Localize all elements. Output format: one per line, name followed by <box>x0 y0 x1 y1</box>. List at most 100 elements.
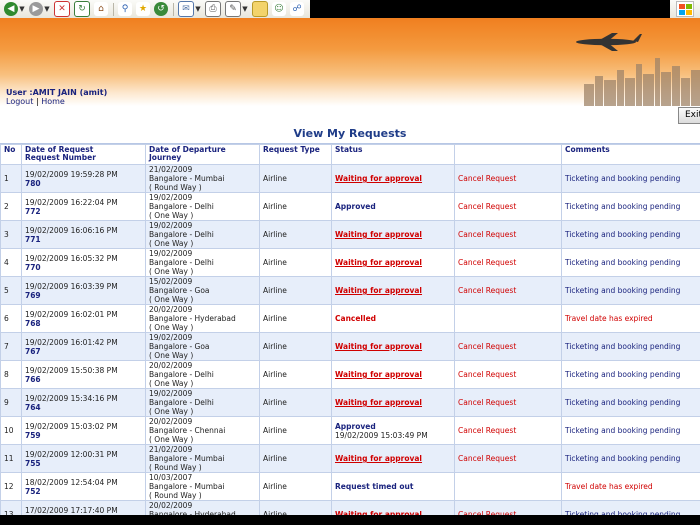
comments-cell: Ticketing and booking pending <box>561 332 700 361</box>
request-date-cell: 19/02/2009 16:22:04 PM 772 <box>21 192 146 221</box>
request-type-cell: Airline <box>259 164 332 193</box>
table-header-row: No Date of Request Request Number Date o… <box>0 144 700 165</box>
journey-route: Bangalore - Mumbai <box>149 482 225 491</box>
departure-cell: 20/02/2009Bangalore - Hyderabad( One Way… <box>145 500 260 516</box>
request-type-cell: Airline <box>259 332 332 361</box>
cancel-request-link[interactable]: Cancel Request <box>458 426 558 435</box>
forward-icon[interactable]: ▶ <box>29 2 43 16</box>
logout-link[interactable]: Logout <box>6 97 33 106</box>
departure-cell: 20/02/2009 Bangalore - Chennai( One Way ) <box>145 416 260 445</box>
home-link[interactable]: Home <box>41 97 65 106</box>
departure-cell: 19/02/2009 Bangalore - Delhi( One Way ) <box>145 388 260 417</box>
status-link[interactable]: Waiting for approval <box>335 398 451 407</box>
cancel-request-link[interactable]: Cancel Request <box>458 202 558 211</box>
status-cell: Waiting for approval <box>331 332 455 361</box>
mail-icon[interactable]: ✉ <box>178 1 194 17</box>
research-icon[interactable]: ☍ <box>290 2 304 16</box>
request-number: 752 <box>25 486 41 496</box>
comment-text: Ticketing and booking pending <box>565 230 681 239</box>
comments-cell: Ticketing and booking pending <box>561 164 700 193</box>
folder-icon[interactable] <box>252 1 268 17</box>
request-date: 19/02/2009 15:50:38 PM <box>25 365 118 375</box>
status-timestamp: 19/02/2009 15:03:49 PM <box>335 430 428 440</box>
windows-logo-icon <box>676 1 694 17</box>
request-type: Airline <box>263 454 287 463</box>
forward-dropdown-icon[interactable]: ▼ <box>44 2 50 16</box>
status-link[interactable]: Waiting for approval <box>335 230 451 239</box>
cancel-request-link[interactable]: Cancel Request <box>458 230 558 239</box>
request-number: 759 <box>25 430 41 440</box>
refresh-icon[interactable]: ↻ <box>74 1 90 17</box>
request-type: Airline <box>263 482 287 491</box>
back-dropdown-icon[interactable]: ▼ <box>19 2 25 16</box>
row-number: 1 <box>4 174 9 183</box>
row-number: 11 <box>4 454 14 463</box>
request-date-cell: 19/02/2009 12:00:31 PM 755 <box>21 444 146 473</box>
header-comments: Comments <box>561 144 700 165</box>
departure-cell: 19/02/2009 Bangalore - Delhi( One Way ) <box>145 220 260 249</box>
row-number: 9 <box>4 398 9 407</box>
stop-icon[interactable]: ✕ <box>54 1 70 17</box>
comments-cell: Ticketing and booking pending <box>561 276 700 305</box>
departure-cell: 20/02/2009 Bangalore - Delhi( One Way ) <box>145 360 260 389</box>
status-link[interactable]: Waiting for approval <box>335 174 451 183</box>
exit-button[interactable]: Exit <box>678 107 700 124</box>
cancel-request-link[interactable]: Cancel Request <box>458 174 558 183</box>
cancel-request-link[interactable]: Cancel Request <box>458 398 558 407</box>
favorites-icon[interactable]: ★ <box>136 2 150 16</box>
history-icon[interactable]: ↺ <box>154 2 168 16</box>
journey-route: Bangalore - Chennai <box>149 426 226 435</box>
cancel-request-link[interactable]: Cancel Request <box>458 454 558 463</box>
request-date-cell: 19/02/2009 16:03:39 PM 769 <box>21 276 146 305</box>
edit-dropdown-icon[interactable]: ▼ <box>242 2 248 16</box>
request-type: Airline <box>263 342 287 351</box>
status-link[interactable]: Waiting for approval <box>335 258 451 267</box>
request-number: 770 <box>25 262 41 272</box>
departure-date: 15/02/2009 <box>149 277 193 287</box>
table-row: 1 19/02/2009 19:59:28 PM 780 21/02/2009 Bang… <box>0 164 700 193</box>
departure-date: 21/02/2009 <box>149 445 193 455</box>
comment-text: Travel date has expired <box>565 482 653 491</box>
request-type: Airline <box>263 202 287 211</box>
row-number: 7 <box>4 342 9 351</box>
status-link[interactable]: Waiting for approval <box>335 370 451 379</box>
request-type: Airline <box>263 370 287 379</box>
status-link[interactable]: Waiting for approval <box>335 454 451 463</box>
action-cell: Cancel Request <box>454 444 562 473</box>
mail-dropdown-icon[interactable]: ▼ <box>195 2 201 16</box>
status-link[interactable]: Waiting for approval <box>335 286 451 295</box>
status-cell: Approved 19/02/2009 15:03:49 PM <box>331 416 455 445</box>
request-date-cell: 19/02/2009 15:34:16 PM 764 <box>21 388 146 417</box>
row-number-cell: 3 <box>0 220 22 249</box>
edit-icon[interactable]: ✎ <box>225 1 241 17</box>
journey-type: ( Round Way ) <box>149 463 202 472</box>
header-date-of-departure: Date of Departure Journey <box>145 144 260 165</box>
journey-type: ( Round Way ) <box>149 491 202 500</box>
request-type-cell: Airline <box>259 500 332 516</box>
cancel-request-link[interactable]: Cancel Request <box>458 286 558 295</box>
back-icon[interactable]: ◀ <box>4 2 18 16</box>
comments-cell: Ticketing and booking pending <box>561 360 700 389</box>
cancel-request-link[interactable]: Cancel Request <box>458 370 558 379</box>
row-number-cell: 7 <box>0 332 22 361</box>
home-icon[interactable]: ⌂ <box>94 2 108 16</box>
request-type: Airline <box>263 258 287 267</box>
cancel-request-link[interactable]: Cancel Request <box>458 258 558 267</box>
status-cell: Waiting for approval <box>331 164 455 193</box>
print-icon[interactable]: ⎙ <box>205 1 221 17</box>
status-link[interactable]: Waiting for approval <box>335 342 451 351</box>
status-text: Approved <box>335 421 376 431</box>
messenger-icon[interactable]: ☺ <box>272 2 286 16</box>
row-number-cell: 10 <box>0 416 22 445</box>
request-number: 768 <box>25 318 41 328</box>
action-cell: Cancel Request <box>454 416 562 445</box>
table-row: 1317/02/2009 17:17:40 PM74720/02/2009Ban… <box>0 500 700 516</box>
link-separator: | <box>35 97 39 106</box>
requests-table: No Date of Request Request Number Date o… <box>0 144 700 516</box>
status-cell: Approved <box>331 192 455 221</box>
journey-type: ( One Way ) <box>149 211 194 220</box>
search-icon[interactable]: ⚲ <box>118 2 132 16</box>
journey-route: Bangalore - Mumbai <box>149 454 225 463</box>
cancel-request-link[interactable]: Cancel Request <box>458 342 558 351</box>
table-row: 12 18/02/2009 12:54:04 PM 752 10/03/2007 Ban… <box>0 472 700 501</box>
